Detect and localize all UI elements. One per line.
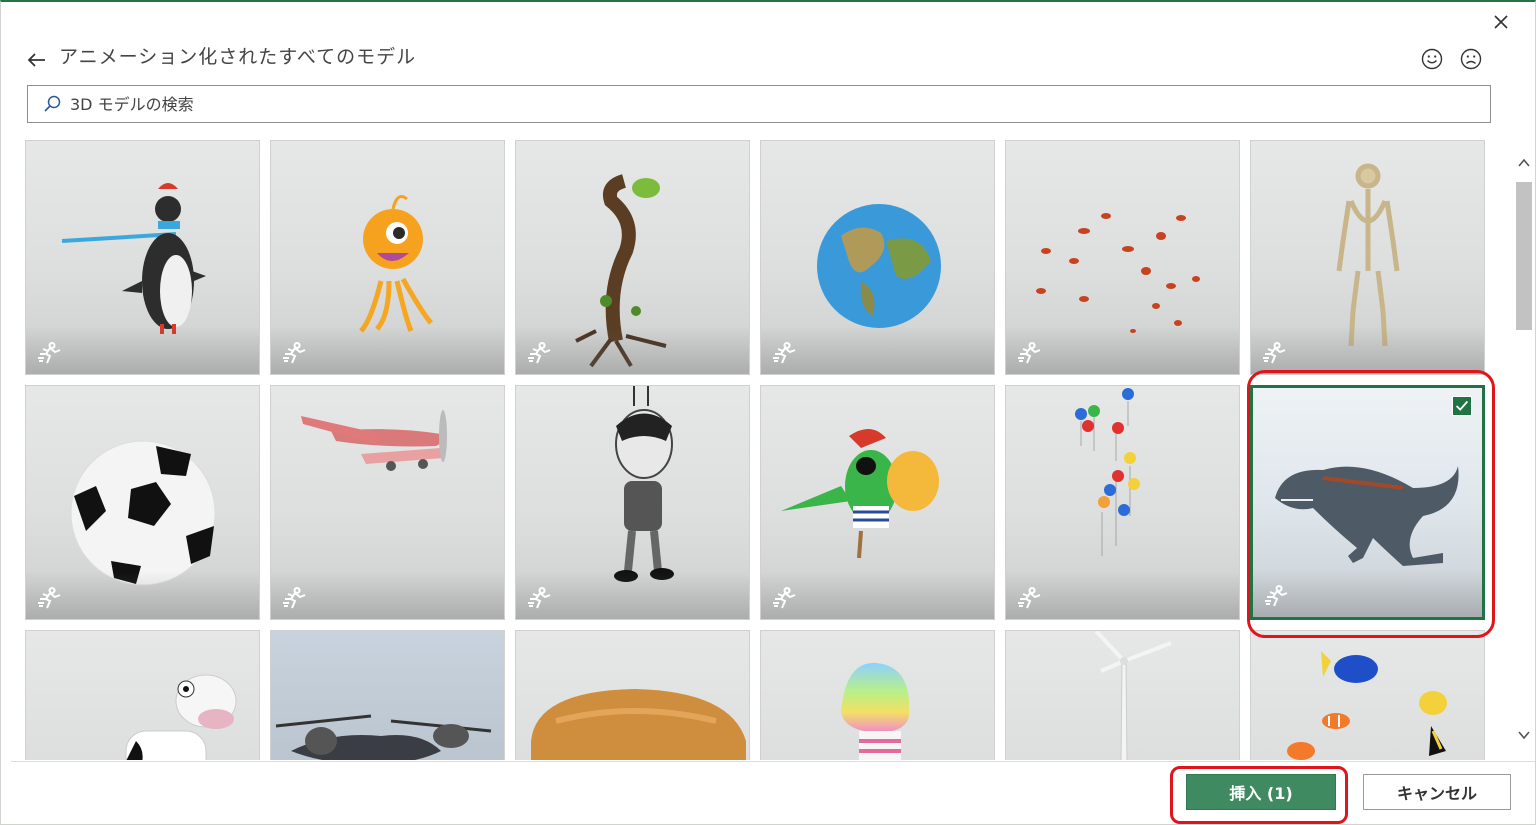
model-tile-parrot[interactable] bbox=[760, 385, 995, 620]
running-person-icon bbox=[38, 587, 61, 609]
running-person-icon bbox=[773, 342, 796, 364]
selected-checkbox[interactable] bbox=[1452, 396, 1472, 416]
fish-model bbox=[1287, 651, 1447, 760]
helicopter-model bbox=[275, 714, 492, 760]
scrollbar[interactable] bbox=[1513, 142, 1535, 754]
search-icon bbox=[44, 95, 61, 112]
model-tile-bread[interactable] bbox=[515, 630, 750, 760]
cancel-button[interactable]: キャンセル bbox=[1363, 774, 1511, 810]
wind-turbine-model bbox=[1094, 631, 1172, 760]
model-grid-viewport bbox=[25, 140, 1491, 760]
running-person-icon bbox=[528, 587, 551, 609]
model-tile-globe[interactable] bbox=[760, 140, 995, 375]
model-tile-wind-turbine[interactable] bbox=[1005, 630, 1240, 760]
model-tile-fish[interactable] bbox=[1250, 630, 1485, 760]
model-tile-plant[interactable] bbox=[515, 140, 750, 375]
chevron-up-icon[interactable] bbox=[1517, 156, 1531, 170]
running-person-icon bbox=[1263, 342, 1286, 364]
model-tile-alien[interactable] bbox=[270, 140, 505, 375]
frown-face-icon[interactable] bbox=[1460, 48, 1482, 70]
running-person-icon bbox=[528, 342, 551, 364]
model-tile-soccer-ball[interactable] bbox=[25, 385, 260, 620]
running-person-icon bbox=[38, 342, 61, 364]
ice-cream-model bbox=[841, 662, 910, 760]
running-person-icon bbox=[283, 342, 306, 364]
check-icon bbox=[1455, 400, 1469, 411]
model-tile-penguin[interactable] bbox=[25, 140, 260, 375]
running-person-icon bbox=[283, 587, 306, 609]
bread-model bbox=[531, 689, 746, 760]
model-tile-leaves[interactable] bbox=[1005, 140, 1240, 375]
page-title: アニメーション化されたすべてのモデル bbox=[59, 46, 417, 68]
model-tile-airplane[interactable] bbox=[270, 385, 505, 620]
model-tile-cow[interactable] bbox=[25, 630, 260, 760]
running-person-icon bbox=[1018, 342, 1041, 364]
cow-model bbox=[125, 674, 237, 760]
running-person-icon bbox=[1018, 587, 1041, 609]
arrow-left-icon[interactable] bbox=[25, 48, 49, 72]
running-person-icon bbox=[773, 587, 796, 609]
model-tile-helicopter[interactable] bbox=[270, 630, 505, 760]
search-box[interactable] bbox=[27, 85, 1491, 123]
model-tile-cartoon-character[interactable] bbox=[515, 385, 750, 620]
model-tile-balloons[interactable] bbox=[1005, 385, 1240, 620]
smiley-face-icon[interactable] bbox=[1421, 48, 1443, 70]
running-person-icon bbox=[1265, 585, 1288, 607]
model-grid bbox=[25, 140, 1485, 760]
close-icon[interactable] bbox=[1489, 10, 1513, 34]
insert-button[interactable]: 挿入 (1) bbox=[1186, 774, 1336, 810]
model-tile-skeleton[interactable] bbox=[1250, 140, 1485, 375]
model-picker-dialog: アニメーション化されたすべてのモデル 3D モデルの検索 挿入 (1) キャンセ… bbox=[0, 0, 1536, 825]
chevron-down-icon[interactable] bbox=[1517, 728, 1531, 742]
footer-divider bbox=[11, 761, 1535, 762]
model-tile-t-rex[interactable] bbox=[1250, 385, 1485, 620]
model-tile-ice-cream[interactable] bbox=[760, 630, 995, 760]
search-input[interactable] bbox=[70, 94, 1450, 114]
scroll-thumb[interactable] bbox=[1516, 182, 1532, 330]
